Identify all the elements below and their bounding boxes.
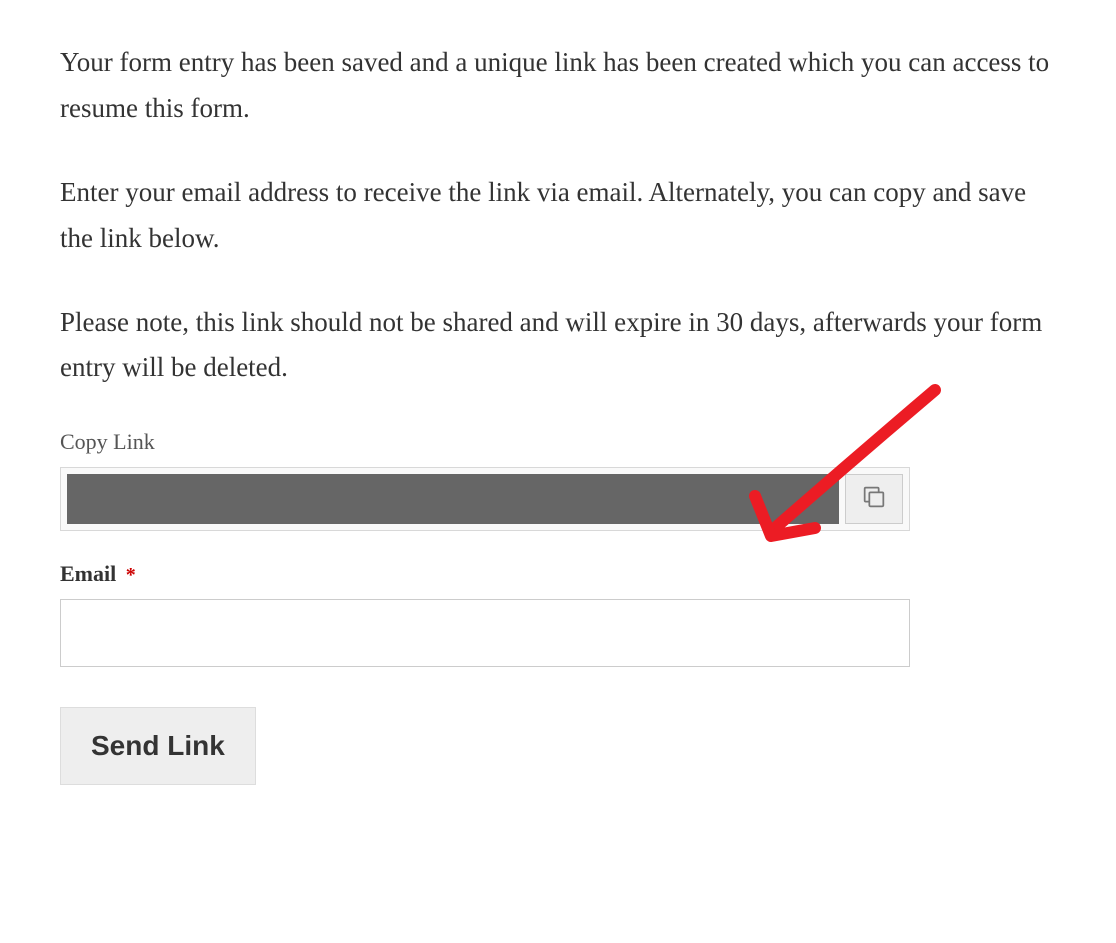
copy-link-container (60, 467, 910, 531)
email-field[interactable] (60, 599, 910, 667)
email-label: Email * (60, 561, 1056, 587)
intro-paragraph-3: Please note, this link should not be sha… (60, 300, 1056, 392)
send-link-button[interactable]: Send Link (60, 707, 256, 785)
email-label-text: Email (60, 561, 116, 586)
required-asterisk: * (126, 564, 136, 586)
copy-link-group: Copy Link (60, 429, 1056, 531)
intro-paragraph-1: Your form entry has been saved and a uni… (60, 40, 1056, 132)
copy-link-button[interactable] (845, 474, 903, 524)
email-group: Email * (60, 561, 1056, 667)
copy-icon (860, 483, 888, 516)
intro-paragraph-2: Enter your email address to receive the … (60, 170, 1056, 262)
copy-link-label: Copy Link (60, 429, 1056, 455)
link-preview-redacted[interactable] (67, 474, 839, 524)
